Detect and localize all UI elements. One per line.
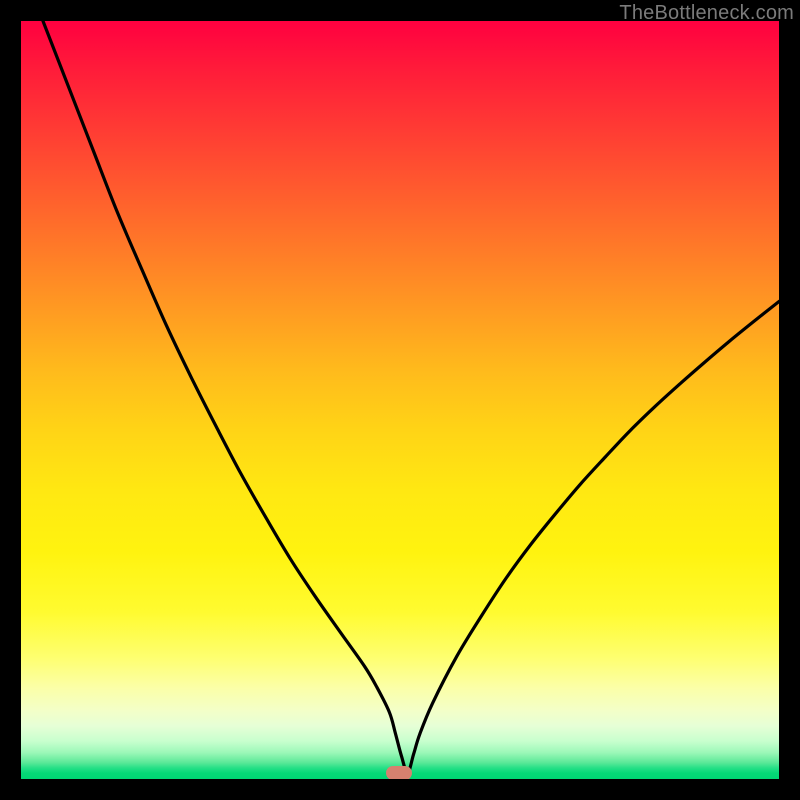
plot-area [21,21,779,779]
bottleneck-curve [21,21,779,779]
optimal-marker [386,766,412,779]
chart-stage: TheBottleneck.com [0,0,800,800]
